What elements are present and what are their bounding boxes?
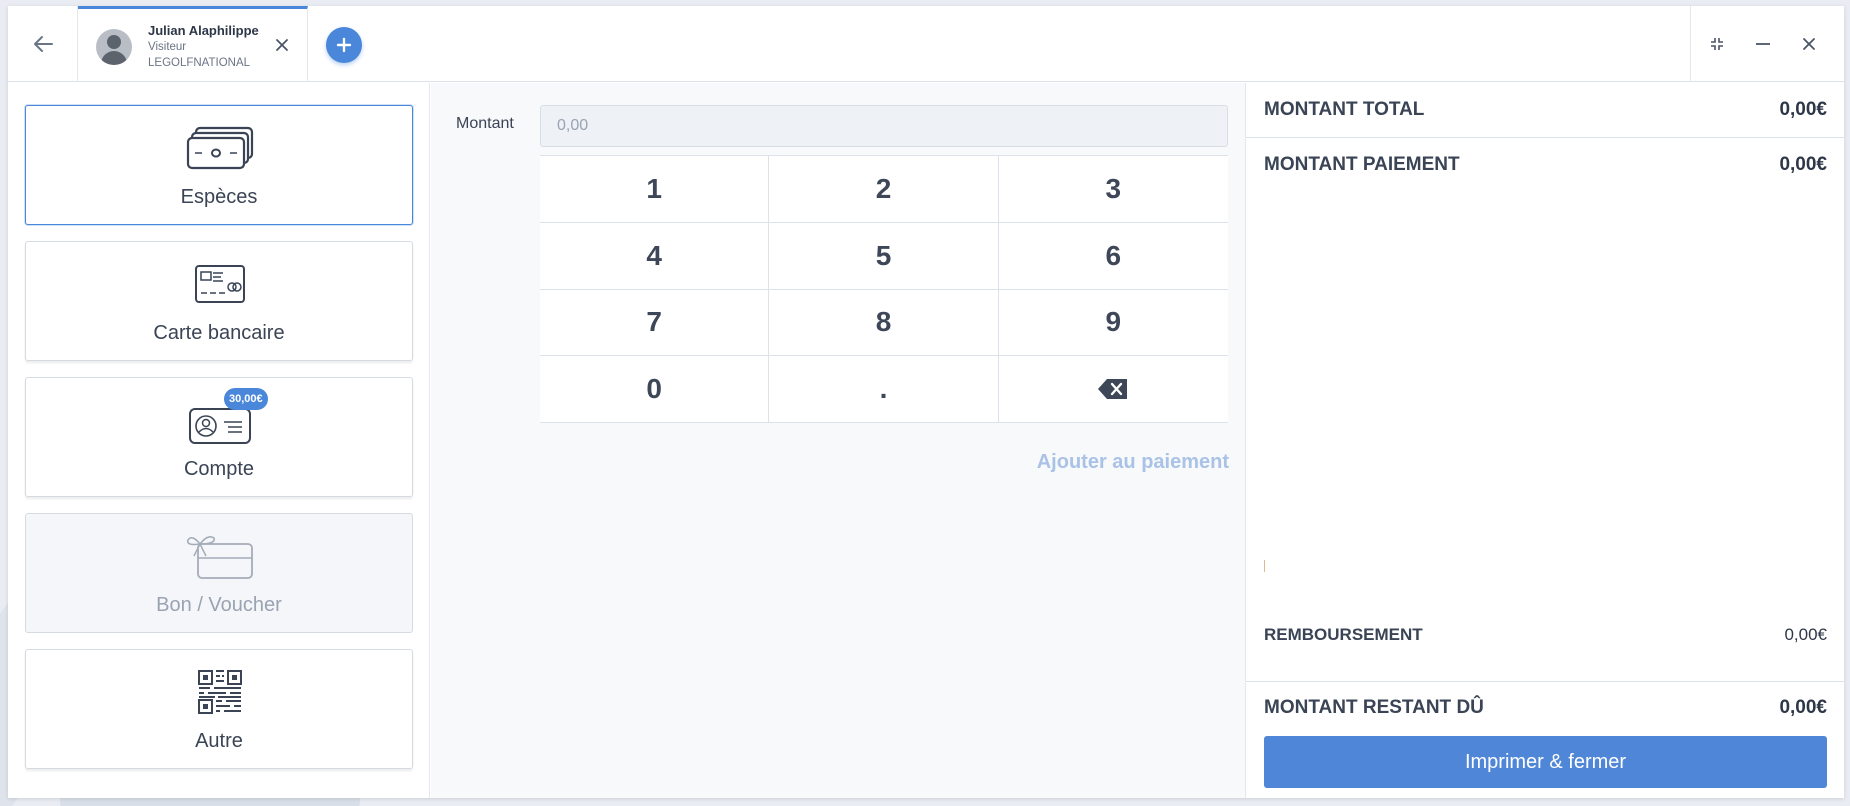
- account-balance-badge: 30,00€: [224, 388, 268, 410]
- key-backspace[interactable]: [998, 356, 1228, 423]
- refund-value: 0,00€: [1784, 625, 1827, 644]
- key-9[interactable]: 9: [998, 290, 1228, 357]
- total-row: MONTANT TOTAL 0,00€: [1246, 83, 1845, 137]
- method-label: Compte: [183, 458, 255, 480]
- key-1[interactable]: 1: [540, 156, 770, 223]
- method-label: Autre: [195, 730, 243, 752]
- key-7[interactable]: 7: [540, 289, 770, 357]
- method-credit-card[interactable]: Carte bancaire: [25, 241, 413, 361]
- arrow-left-icon: [33, 36, 53, 52]
- back-button[interactable]: [8, 6, 78, 82]
- cash-icon: [186, 126, 254, 170]
- remaining-row: MONTANT RESTANT DÛ 0,00€: [1246, 682, 1845, 734]
- fullscreen-button[interactable]: [1707, 34, 1727, 54]
- customer-name: Julian Alaphilippe: [148, 23, 259, 38]
- method-label: Espèces: [180, 186, 258, 208]
- payment-row: MONTANT PAIEMENT 0,00€: [1246, 138, 1845, 192]
- plus-icon: [336, 37, 352, 53]
- key-2[interactable]: 2: [769, 156, 999, 223]
- customer-tab[interactable]: Julian Alaphilippe Visiteur LEGOLFNATION…: [78, 6, 308, 82]
- total-value: 0,00€: [1779, 99, 1827, 120]
- refund-row: REMBOURSEMENT 0,00€: [1246, 613, 1845, 657]
- method-voucher: Bon / Voucher: [25, 513, 413, 633]
- key-6[interactable]: 6: [998, 223, 1228, 290]
- method-account[interactable]: 30,00€ Compte: [25, 377, 413, 497]
- refund-label: REMBOURSEMENT: [1264, 625, 1423, 644]
- top-bar: Julian Alaphilippe Visiteur LEGOLFNATION…: [8, 6, 1844, 82]
- key-decimal[interactable]: .: [769, 356, 999, 423]
- key-4[interactable]: 4: [540, 222, 770, 290]
- payment-value: 0,00€: [1779, 154, 1827, 175]
- window-controls: [1690, 6, 1844, 82]
- customer-role: Visiteur: [148, 41, 187, 53]
- text-cursor: [1264, 560, 1265, 572]
- numeric-keypad: 1 2 3 4 5 6 7 8 9 0 .: [540, 155, 1228, 423]
- customer-club: LEGOLFNATIONAL: [148, 57, 251, 69]
- minimize-button[interactable]: [1753, 34, 1773, 54]
- payment-label: MONTANT PAIEMENT: [1264, 154, 1460, 175]
- method-other[interactable]: Autre: [25, 649, 413, 769]
- fullscreen-icon: [1711, 38, 1723, 50]
- remaining-value: 0,00€: [1779, 697, 1827, 718]
- payment-summary: MONTANT TOTAL 0,00€ MONTANT PAIEMENT 0,0…: [1245, 83, 1845, 798]
- close-icon: [276, 39, 288, 51]
- key-0[interactable]: 0: [540, 356, 770, 423]
- close-icon: [1803, 38, 1815, 50]
- print-and-close-button[interactable]: Imprimer & fermer: [1264, 736, 1827, 788]
- payment-window: Julian Alaphilippe Visiteur LEGOLFNATION…: [8, 6, 1845, 798]
- method-label: Carte bancaire: [153, 322, 285, 344]
- remaining-label: MONTANT RESTANT DÛ: [1264, 697, 1484, 718]
- method-cash[interactable]: Espèces: [25, 105, 413, 225]
- qr-code-icon: [198, 670, 242, 714]
- method-label: Bon / Voucher: [156, 594, 282, 616]
- amount-input[interactable]: [540, 105, 1228, 147]
- backspace-icon: [1098, 379, 1128, 400]
- close-tab-button[interactable]: [272, 35, 292, 55]
- add-customer-button[interactable]: [326, 27, 362, 63]
- amount-label: Montant: [456, 115, 514, 132]
- add-to-payment-button[interactable]: Ajouter au paiement: [1037, 451, 1229, 474]
- key-8[interactable]: 8: [769, 289, 999, 357]
- close-window-button[interactable]: [1799, 34, 1819, 54]
- payment-methods: Espèces Carte bancaire 30,00€ Compte Bon…: [8, 83, 430, 798]
- minimize-icon: [1756, 43, 1770, 45]
- keypad-panel: Montant 1 2 3 4 5 6 7 8 9 0 . Ajouter au…: [431, 83, 1245, 798]
- total-label: MONTANT TOTAL: [1264, 99, 1425, 120]
- credit-card-icon: [195, 265, 245, 303]
- key-5[interactable]: 5: [769, 222, 999, 290]
- gift-voucher-icon: [186, 536, 253, 579]
- key-3[interactable]: 3: [998, 156, 1228, 223]
- avatar: [96, 29, 132, 65]
